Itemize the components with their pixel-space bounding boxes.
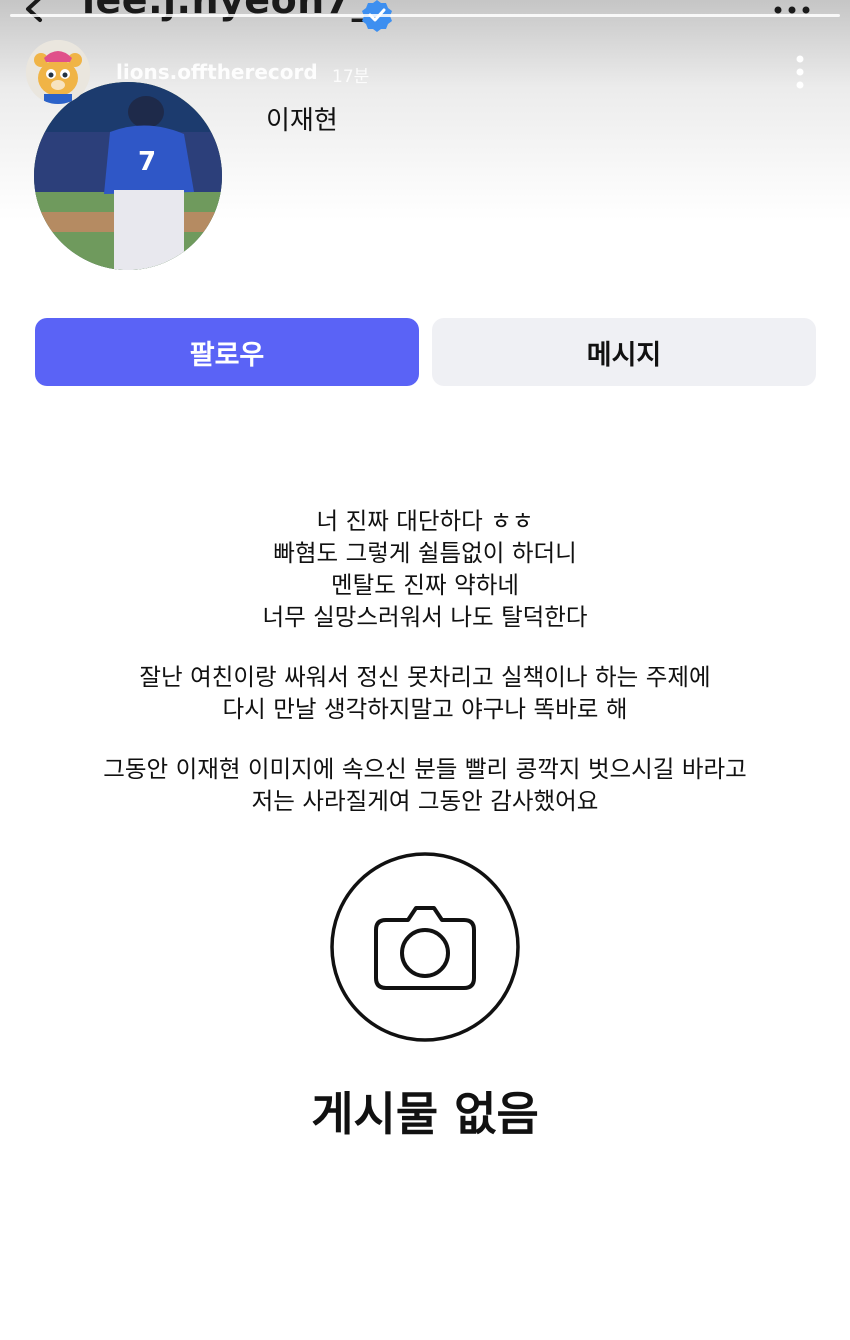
bio-line: 멘탈도 진짜 약하네	[331, 571, 519, 599]
profile-bio: 너 진짜 대단하다 ㅎㅎ 빠혐도 그렇게 쉴틈없이 하더니 멘탈도 진짜 약하네…	[0, 505, 850, 845]
story-username[interactable]: lions.offtherecord	[116, 60, 318, 84]
profile-handle: lee.j.hyeon7_	[82, 0, 372, 22]
mascot-lion-avatar	[26, 40, 90, 104]
bio-line: 다시 만날 생각하지말고 야구나 똑바로 해	[222, 695, 628, 723]
bio-line: 저는 사라질게여 그동안 감사했어요	[251, 787, 599, 815]
story-timestamp: 17분	[332, 67, 370, 87]
more-icon[interactable]	[772, 0, 812, 20]
story-avatar[interactable]	[26, 40, 90, 104]
baseball-player-photo: 7	[34, 82, 222, 270]
bio-paragraph: 그동안 이재현 이미지에 속으신 분들 빨리 콩깍지 벗으시길 바라고 저는 사…	[0, 753, 850, 817]
profile-avatar[interactable]: 7	[34, 82, 222, 270]
camera-icon	[330, 852, 520, 1042]
story-more-icon[interactable]	[790, 54, 810, 90]
bio-line: 너무 실망스러워서 나도 탈덕한다	[262, 603, 588, 631]
bio-line: 빠혐도 그렇게 쉴틈없이 하더니	[273, 539, 577, 567]
follow-button[interactable]: 팔로우	[35, 318, 419, 386]
svg-text:7: 7	[138, 147, 156, 177]
bio-line: 너 진짜 대단하다 ㅎㅎ	[316, 507, 534, 535]
bio-line: 잘난 여친이랑 싸워서 정신 못차리고 실책이나 하는 주제에	[139, 663, 711, 691]
empty-state-label: 게시물 없음	[311, 1087, 539, 1141]
bio-line: 그동안 이재현 이미지에 속으신 분들 빨리 콩깍지 벗으시길 바라고	[103, 755, 747, 783]
story-progress-bar	[10, 14, 840, 17]
profile-display-name: 이재현	[266, 106, 338, 136]
message-button[interactable]: 메시지	[432, 318, 816, 386]
back-icon[interactable]	[18, 0, 48, 24]
bio-paragraph: 잘난 여친이랑 싸워서 정신 못차리고 실책이나 하는 주제에 다시 만날 생각…	[0, 661, 850, 725]
top-bar: lee.j.hyeon7_	[0, 0, 850, 40]
bio-paragraph: 너 진짜 대단하다 ㅎㅎ 빠혐도 그렇게 쉴틈없이 하더니 멘탈도 진짜 약하네…	[0, 505, 850, 633]
